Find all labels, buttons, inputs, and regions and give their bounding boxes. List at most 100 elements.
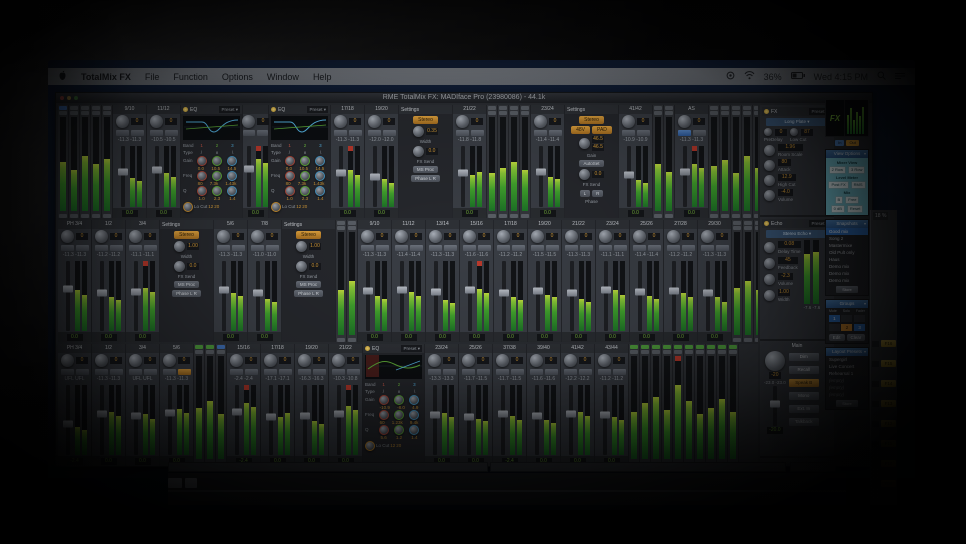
bottom-chip-1[interactable] (168, 478, 182, 488)
solo-button[interactable] (245, 369, 258, 375)
mini-channel-button[interactable] (732, 106, 740, 110)
main-button-dim[interactable]: Dim (789, 353, 819, 361)
view-option-postfx[interactable]: Post FX (828, 181, 848, 189)
fader-track[interactable] (63, 385, 73, 455)
groups-clear-button[interactable]: Clear (847, 334, 866, 341)
pan-knob[interactable] (61, 354, 74, 367)
pan-knob[interactable] (667, 230, 680, 243)
phase-r-button[interactable]: R (592, 190, 603, 197)
fader-track[interactable] (253, 261, 263, 331)
mini-channel-button-2[interactable] (521, 111, 529, 115)
mini-channel-button[interactable] (337, 221, 345, 225)
reverb-knob[interactable] (764, 145, 775, 156)
stereo-button[interactable]: Stereo (579, 116, 604, 124)
mini-channel-button[interactable] (733, 221, 741, 225)
mute-button[interactable] (264, 369, 277, 375)
pan-knob[interactable] (116, 115, 129, 128)
mini-channel-button[interactable] (499, 106, 507, 110)
locut-knob[interactable] (183, 202, 193, 212)
eq-type-icon[interactable]: \ (414, 389, 415, 394)
locut-knob[interactable] (271, 202, 281, 212)
eq-gain-knob[interactable] (300, 156, 310, 166)
fader-track[interactable] (131, 385, 141, 455)
pan-knob[interactable] (129, 230, 142, 243)
eq-type-icon[interactable]: \ (232, 150, 233, 155)
mini-channel-button-2[interactable] (754, 111, 758, 115)
layout-preset-item[interactable]: Live Concert (826, 363, 868, 370)
solo-button[interactable] (257, 130, 269, 136)
eq-band-3[interactable]: 3 (413, 382, 416, 387)
mute-button[interactable] (564, 369, 577, 375)
mute-button[interactable] (456, 130, 469, 136)
solo-button[interactable] (313, 369, 326, 375)
eq-gain-knob[interactable] (197, 156, 207, 166)
fx-send-knob[interactable] (296, 261, 307, 272)
pan-knob[interactable] (462, 354, 475, 367)
fader-handle[interactable] (266, 414, 276, 421)
fader-handle[interactable] (499, 290, 509, 297)
eq-band-2[interactable]: 2 (216, 143, 219, 148)
layout-preset-item[interactable]: (empty) (826, 384, 868, 391)
fader-track[interactable] (498, 385, 508, 455)
eq-band-1[interactable]: 1 (382, 382, 385, 387)
layout-presets-header[interactable]: Layout Presets (826, 348, 868, 356)
48v-button[interactable]: 48V (571, 126, 590, 134)
fader-track[interactable] (624, 146, 634, 207)
main-button-speakb[interactable]: Speak B (789, 379, 819, 387)
gain-knob[interactable] (579, 138, 590, 149)
mute-button[interactable] (116, 130, 129, 136)
background-badge[interactable]: F10 (881, 460, 896, 467)
solo-button[interactable] (478, 245, 491, 251)
mute-button[interactable] (462, 369, 475, 375)
status-circle-icon[interactable] (726, 71, 735, 82)
mini-channel-button-2[interactable] (733, 226, 741, 230)
mini-channel-button[interactable] (710, 106, 718, 110)
eq-q-knob[interactable] (300, 186, 310, 196)
pan-knob[interactable] (334, 115, 347, 128)
fader-track[interactable] (370, 146, 380, 207)
fader-track[interactable] (131, 261, 141, 331)
main-fader-handle[interactable] (770, 401, 780, 408)
view-option-free[interactable]: Free (845, 196, 859, 204)
fader-handle[interactable] (601, 287, 611, 294)
mini-channel-button-2[interactable] (59, 111, 67, 115)
mini-channel-button[interactable] (641, 345, 649, 349)
echo-knob[interactable] (764, 242, 775, 253)
fader-track[interactable] (499, 261, 509, 331)
main-button-extin[interactable]: Ext. In (789, 405, 819, 413)
logo-button-in[interactable]: In (835, 140, 844, 146)
view-option-2row[interactable]: 2 Row (829, 166, 846, 174)
eq-gain-knob[interactable] (379, 395, 389, 405)
fader-track[interactable] (536, 146, 546, 207)
mute-button[interactable] (496, 369, 509, 375)
solo-button[interactable] (383, 130, 396, 136)
mute-button[interactable] (395, 245, 408, 251)
pan-knob[interactable] (678, 115, 691, 128)
solo-button[interactable] (144, 369, 157, 375)
solo-button[interactable] (76, 245, 89, 251)
eq-freq-knob[interactable] (285, 171, 295, 181)
menu-item-help[interactable]: Help (313, 72, 332, 82)
mute-button[interactable] (429, 245, 442, 251)
mini-channel-button[interactable] (721, 106, 729, 110)
solo-button[interactable] (648, 245, 661, 251)
background-badge[interactable]: F15 (881, 360, 896, 367)
fader-track[interactable] (97, 261, 107, 331)
mute-button[interactable] (678, 130, 691, 136)
fader-handle[interactable] (431, 288, 441, 295)
wifi-icon[interactable] (744, 71, 755, 82)
mini-channel-button[interactable] (674, 345, 682, 349)
mini-channel-button-2[interactable] (337, 226, 345, 230)
fx-send-knob[interactable] (579, 169, 590, 180)
mini-channel-button-2[interactable] (654, 111, 662, 115)
zoom-icon[interactable] (74, 96, 78, 100)
snapshot-item[interactable]: Demo mix (826, 277, 868, 284)
pan-knob[interactable] (530, 354, 543, 367)
locut-knob[interactable] (365, 441, 375, 451)
view-options-header[interactable]: View Options (826, 150, 868, 158)
eq-gain-knob[interactable] (212, 156, 222, 166)
fader-track[interactable] (118, 146, 128, 207)
fader-track[interactable] (600, 385, 610, 455)
mini-channel-button[interactable] (70, 106, 78, 110)
background-badge[interactable]: F16 (881, 340, 896, 347)
